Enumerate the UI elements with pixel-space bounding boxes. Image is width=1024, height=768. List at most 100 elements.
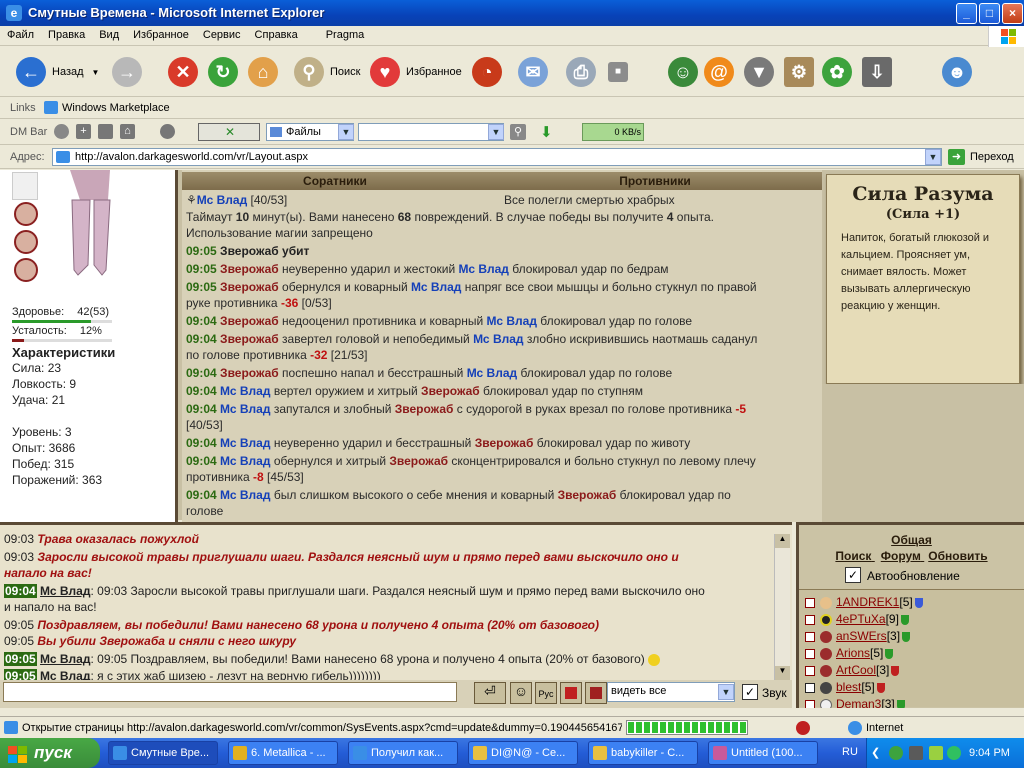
enemy-name[interactable]: Зверожаб — [395, 402, 454, 416]
settings-icon[interactable] — [160, 124, 175, 139]
player-name[interactable]: Мс Влад — [487, 314, 537, 328]
player-name[interactable]: Мс Влад — [220, 436, 270, 450]
download-arrow-icon[interactable]: ⬇ — [540, 123, 553, 141]
chat-filter-select[interactable]: видеть все — [607, 682, 735, 702]
slot-empty[interactable] — [12, 172, 38, 200]
user-name[interactable]: Deman3 — [836, 697, 881, 708]
refresh-button[interactable]: ↻ — [208, 55, 238, 89]
potion-icon[interactable] — [14, 258, 38, 282]
print-button[interactable]: ⎙ — [566, 55, 596, 89]
mail-button[interactable]: ✉ — [518, 55, 548, 89]
user-checkbox[interactable] — [805, 631, 815, 642]
user-name[interactable]: Arions — [836, 646, 870, 660]
autorefresh-checkbox[interactable]: ✓ — [845, 567, 861, 583]
scroll-down-icon[interactable]: ▼ — [775, 666, 790, 680]
task-ie-2[interactable]: Получил как... — [348, 741, 458, 765]
minimize-button[interactable]: _ — [956, 3, 977, 24]
task-paint[interactable]: Untitled (100... — [708, 741, 818, 765]
enemy-name[interactable]: Зверожаб — [475, 436, 534, 450]
email-button[interactable]: @ — [704, 55, 734, 89]
user-checkbox[interactable] — [805, 699, 815, 708]
menu-favorites[interactable]: Избранное — [126, 26, 196, 44]
url-input[interactable]: http://avalon.darkagesworld.com/vr/Layou… — [52, 148, 942, 166]
tab-general[interactable]: Общая — [799, 533, 1024, 547]
enemy-name[interactable]: Зверожаб — [389, 454, 448, 468]
user-checkbox[interactable] — [805, 597, 815, 608]
menu-view[interactable]: Вид — [92, 26, 126, 44]
enemy-name[interactable]: Зверожаб — [220, 332, 279, 346]
enemy-name[interactable]: Зверожаб — [220, 280, 279, 294]
player-name[interactable]: Мс Влад — [220, 454, 270, 468]
enemy-name[interactable]: Зверожаб — [220, 314, 279, 328]
scroll-up-icon[interactable]: ▲ — [775, 534, 790, 548]
send-arrow-icon[interactable]: ⏎ — [474, 682, 506, 704]
language-indicator[interactable]: RU — [842, 746, 858, 758]
chevron-down-icon[interactable]: ▼ — [925, 149, 941, 165]
clock[interactable]: 9:04 PM — [969, 747, 1010, 759]
enemy-name[interactable]: Зверожаб — [220, 366, 279, 380]
favorites-button[interactable]: ♥ Избранное — [370, 55, 462, 89]
menu-file[interactable]: Файл — [0, 26, 41, 44]
tool-button-1[interactable]: ▼ — [744, 55, 774, 89]
go-button[interactable]: Переход — [970, 151, 1014, 163]
task-winamp[interactable]: 6. Metallica - ... — [228, 741, 338, 765]
tool-button-2[interactable]: ⚙ — [784, 55, 814, 89]
player-name[interactable]: Мс Влад — [220, 402, 270, 416]
globe-icon[interactable] — [54, 124, 69, 139]
link-windows-marketplace[interactable]: Windows Marketplace — [62, 102, 170, 114]
enemy-name[interactable]: Зверожаб — [421, 384, 480, 398]
smiley-button[interactable]: ☺ — [510, 682, 532, 704]
filter-button[interactable] — [560, 682, 582, 704]
maximize-button[interactable]: □ — [979, 3, 1000, 24]
enemy-name[interactable]: Зверожаб — [558, 488, 617, 502]
close-button[interactable]: × — [1002, 3, 1023, 24]
messenger-button[interactable]: ☺ — [668, 55, 698, 89]
menu-edit[interactable]: Правка — [41, 26, 92, 44]
stop-button[interactable]: ✕ — [168, 55, 198, 89]
user-name[interactable]: anSWErs — [836, 629, 887, 643]
task-chat-1[interactable]: DI@N@ - Се... — [468, 741, 578, 765]
player-name[interactable]: Мс Влад — [220, 488, 270, 502]
user-name[interactable]: 4ePTuXa — [836, 612, 886, 626]
msn-button[interactable]: ☻ — [942, 55, 972, 89]
task-ie[interactable]: Смутные Вре... — [108, 741, 218, 765]
player-name[interactable]: Мс Влад — [467, 366, 517, 380]
online-user[interactable]: blest[5] — [805, 679, 885, 695]
menu-help[interactable]: Справка — [248, 26, 305, 44]
dm-search-input[interactable] — [358, 123, 504, 141]
player-name[interactable]: Мс Влад — [459, 262, 509, 276]
sound-checkbox[interactable]: ✓ — [742, 684, 758, 700]
window-titlebar[interactable]: e Смутные Времена - Microsoft Internet E… — [0, 0, 1024, 26]
user-name[interactable]: 1ANDREK1 — [836, 595, 899, 609]
history-button[interactable]: ◔ — [472, 55, 502, 89]
edit-button[interactable]: ■ — [608, 55, 628, 89]
go-arrow-icon[interactable]: ➜ — [948, 149, 965, 165]
window-icon[interactable] — [98, 124, 113, 139]
magnifier-icon[interactable]: ⚲ — [510, 124, 526, 140]
user-checkbox[interactable] — [805, 648, 815, 659]
user-checkbox[interactable] — [805, 665, 815, 676]
network-icon[interactable] — [909, 746, 923, 760]
player-name[interactable]: Мс Влад — [411, 280, 461, 294]
forward-button[interactable]: → — [112, 55, 142, 89]
potion-icon[interactable] — [14, 202, 38, 226]
online-search-link[interactable]: Поиск — [835, 549, 871, 563]
start-button[interactable]: пуск — [0, 738, 100, 768]
enemy-name[interactable]: Зверожаб — [220, 262, 279, 276]
online-user[interactable]: Deman3[3] — [805, 696, 905, 708]
refresh-link[interactable]: Обновить — [928, 549, 987, 563]
chevron-down-icon[interactable]: ▼ — [338, 124, 354, 140]
online-user[interactable]: 1ANDREK1[5] — [805, 594, 923, 610]
tool-button-3[interactable]: ⇩ — [862, 55, 892, 89]
chevron-down-icon[interactable]: ▼ — [718, 684, 734, 700]
player-name[interactable]: Мс Влад — [197, 193, 247, 207]
home-button[interactable]: ⌂ — [248, 55, 278, 89]
home-small-icon[interactable]: ⌂ — [120, 124, 135, 139]
translit-button[interactable]: Рус — [535, 682, 557, 704]
user-checkbox[interactable] — [805, 614, 815, 625]
online-user[interactable]: Arions[5] — [805, 645, 894, 661]
icq-tray-icon[interactable] — [889, 746, 903, 760]
clear-button[interactable] — [585, 682, 607, 704]
back-button[interactable]: ← Назад ▼ — [16, 55, 99, 89]
search-button[interactable]: ⚲ Поиск — [294, 55, 360, 89]
